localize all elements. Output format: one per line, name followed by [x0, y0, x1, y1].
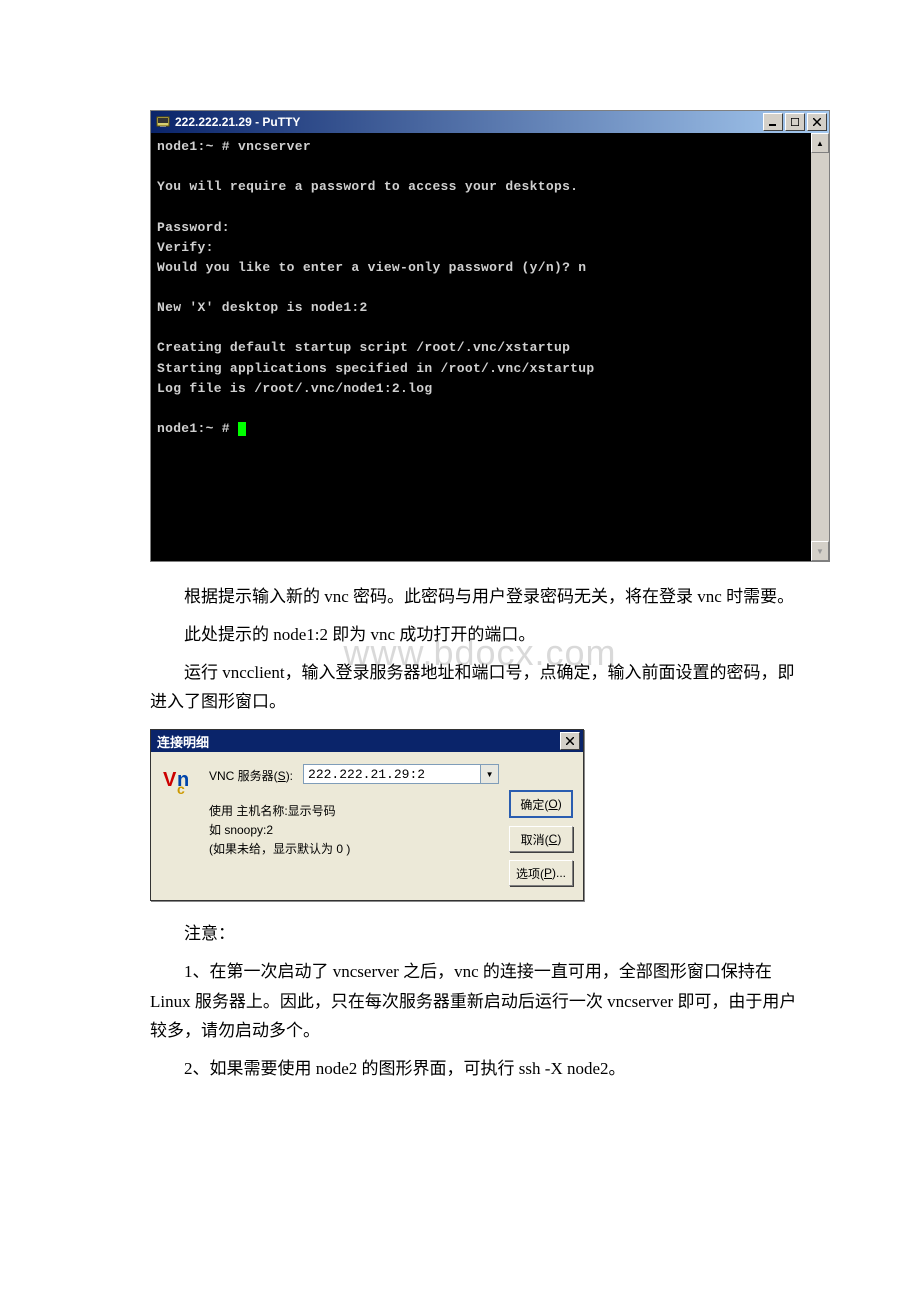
paragraph-2: 此处提示的 node1:2 即为 vnc 成功打开的端口。: [150, 620, 810, 650]
vnc-connection-dialog: 连接明细 V n c VNC 服务器(S): ▼ 使用 主机名: [150, 729, 584, 901]
ok-button[interactable]: 确定(O): [509, 790, 573, 818]
vnc-server-dropdown-button[interactable]: ▼: [481, 764, 499, 784]
putty-icon: [155, 114, 171, 130]
terminal-text: node1:~ # vncserver You will require a p…: [157, 139, 594, 436]
svg-text:c: c: [177, 781, 185, 794]
vnc-close-button[interactable]: [560, 732, 580, 750]
window-controls: [763, 113, 827, 131]
putty-titlebar[interactable]: 222.222.21.29 - PuTTY: [151, 111, 829, 133]
terminal-cursor: [238, 422, 246, 436]
document-page: 222.222.21.29 - PuTTY node1:~ # vncserve…: [0, 0, 920, 1132]
paragraph-1: 根据提示输入新的 vnc 密码。此密码与用户登录密码无关，将在登录 vnc 时需…: [150, 582, 810, 612]
close-button[interactable]: [807, 113, 827, 131]
paragraph-note-1: 1、在第一次启动了 vncserver 之后，vnc 的连接一直可用，全部图形窗…: [150, 957, 810, 1046]
vnc-hint-text: 使用 主机名称:显示号码 如 snoopy:2 (如果未给，显示默认为 0 ): [209, 802, 499, 860]
maximize-button[interactable]: [785, 113, 805, 131]
cancel-button[interactable]: 取消(C): [509, 826, 573, 852]
options-button[interactable]: 选项(P)...: [509, 860, 573, 886]
vnc-logo-icon: V n c: [163, 766, 199, 794]
putty-window: 222.222.21.29 - PuTTY node1:~ # vncserve…: [150, 110, 830, 562]
terminal-output[interactable]: node1:~ # vncserver You will require a p…: [151, 133, 811, 561]
scroll-up-button[interactable]: ▲: [811, 133, 829, 153]
watermark-container: www.bdocx.com 运行 vncclient，输入登录服务器地址和端口号…: [150, 658, 810, 718]
vnc-dialog-titlebar[interactable]: 连接明细: [151, 730, 583, 752]
minimize-button[interactable]: [763, 113, 783, 131]
scrollbar[interactable]: ▲ ▼: [811, 133, 829, 561]
scroll-track[interactable]: [811, 153, 829, 541]
putty-title: 222.222.21.29 - PuTTY: [175, 115, 763, 129]
svg-text:V: V: [163, 769, 177, 791]
paragraph-note-2: 2、如果需要使用 node2 的图形界面，可执行 ssh -X node2。: [150, 1054, 810, 1084]
paragraph-3: 运行 vncclient，输入登录服务器地址和端口号，点确定，输入前面设置的密码…: [150, 658, 810, 718]
vnc-server-combo[interactable]: ▼: [303, 764, 499, 786]
paragraph-note-header: 注意：: [150, 919, 810, 949]
vnc-dialog-title: 连接明细: [157, 732, 560, 751]
scroll-down-button[interactable]: ▼: [811, 541, 829, 561]
vnc-server-label: VNC 服务器(S):: [209, 767, 293, 784]
vnc-server-input[interactable]: [303, 764, 481, 784]
